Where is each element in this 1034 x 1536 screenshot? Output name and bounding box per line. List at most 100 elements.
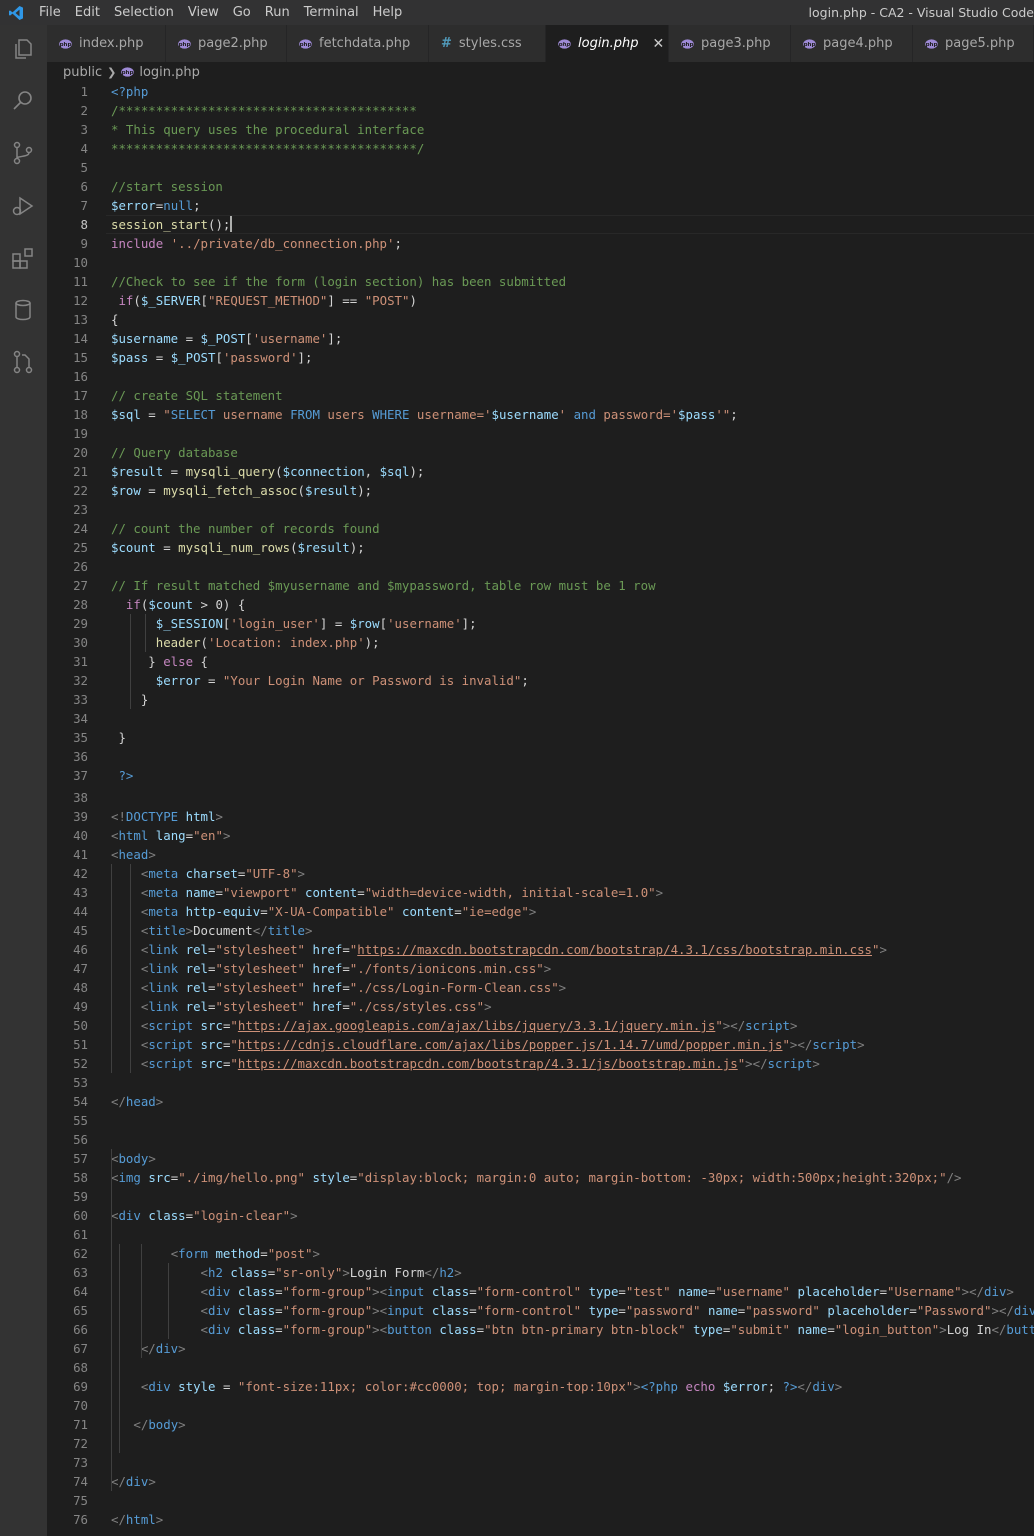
code-line[interactable]: 2 /**************************************…: [47, 101, 1034, 120]
code-line[interactable]: 68: [47, 1358, 1034, 1377]
breadcrumb-file[interactable]: login.php: [139, 65, 200, 80]
menu-view[interactable]: View: [181, 0, 226, 25]
code-line[interactable]: 61: [47, 1225, 1034, 1244]
search-icon[interactable]: [10, 88, 36, 114]
tab-page3-php[interactable]: php page3.php: [669, 25, 791, 62]
code-line[interactable]: 60 <div class="login-clear">: [47, 1206, 1034, 1225]
code-line[interactable]: 9 include '../private/db_connection.php';: [47, 234, 1034, 253]
code-line[interactable]: 56: [47, 1130, 1034, 1149]
code-line[interactable]: 65 <div class="form-group"><input class=…: [47, 1301, 1034, 1320]
code-line[interactable]: 31 } else {: [47, 652, 1034, 671]
code-line[interactable]: 30 header('Location: index.php');: [47, 633, 1034, 652]
tab-styles-css[interactable]: # styles.css: [429, 25, 546, 62]
tab-page5-php[interactable]: php page5.php: [913, 25, 1034, 62]
code-line[interactable]: 19: [47, 424, 1034, 443]
code-line[interactable]: 37 ?>: [47, 766, 1034, 785]
tab-fetchdata-php[interactable]: php fetchdata.php: [287, 25, 429, 62]
code-line[interactable]: 5: [47, 158, 1034, 177]
menu-file[interactable]: File: [32, 0, 68, 25]
code-line[interactable]: 45 <title>Document</title>: [47, 921, 1034, 940]
extensions-icon[interactable]: [10, 245, 36, 271]
code-line[interactable]: 24 // count the number of records found: [47, 519, 1034, 538]
code-line[interactable]: 12 if($_SERVER["REQUEST_METHOD"] == "POS…: [47, 291, 1034, 310]
code-line[interactable]: 16: [47, 367, 1034, 386]
code-line[interactable]: 17 // create SQL statement: [47, 386, 1034, 405]
code-line[interactable]: 36: [47, 747, 1034, 766]
code-line[interactable]: 59: [47, 1187, 1034, 1206]
code-line[interactable]: 21 $result = mysqli_query($connection, $s…: [47, 462, 1034, 481]
menu-help[interactable]: Help: [366, 0, 410, 25]
code-line[interactable]: 29 $_SESSION['login_user'] = $row['usern…: [47, 614, 1034, 633]
code-line[interactable]: 48 <link rel="stylesheet" href="./css/Lo…: [47, 978, 1034, 997]
code-line[interactable]: 50 <script src="https://ajax.googleapis.…: [47, 1016, 1034, 1035]
code-line[interactable]: 52 <script src="https://maxcdn.bootstrap…: [47, 1054, 1034, 1073]
code-line[interactable]: 6 //start session: [47, 177, 1034, 196]
code-line[interactable]: 33 }: [47, 690, 1034, 709]
code-line[interactable]: 34: [47, 709, 1034, 728]
code-line[interactable]: 69 <div style = "font-size:11px; color:#…: [47, 1377, 1034, 1396]
menu-selection[interactable]: Selection: [107, 0, 181, 25]
code-line[interactable]: 14 $username = $_POST['username'];: [47, 329, 1034, 348]
code-line[interactable]: 67 </div>: [47, 1339, 1034, 1358]
code-line[interactable]: 66 <div class="form-group"><button class…: [47, 1320, 1034, 1339]
code-line[interactable]: 73: [47, 1453, 1034, 1472]
code-line[interactable]: 58 <img src="./img/hello.png" style="disp…: [47, 1168, 1034, 1187]
code-line[interactable]: 32 $error = "Your Login Name or Password…: [47, 671, 1034, 690]
menu-edit[interactable]: Edit: [68, 0, 107, 25]
code-line[interactable]: 18 $sql = "SELECT username FROM users WHE…: [47, 405, 1034, 424]
code-line[interactable]: 22 $row = mysqli_fetch_assoc($result);: [47, 481, 1034, 500]
tab-login-php[interactable]: php login.php ✕: [546, 25, 669, 62]
code-line[interactable]: 57 <body>: [47, 1149, 1034, 1168]
code-line[interactable]: 28 if($count > 0) {: [47, 595, 1034, 614]
code-line[interactable]: 38: [47, 788, 1034, 807]
code-line[interactable]: 72: [47, 1434, 1034, 1453]
code-line[interactable]: 23: [47, 500, 1034, 519]
explorer-icon[interactable]: [10, 36, 36, 62]
menu-terminal[interactable]: Terminal: [297, 0, 366, 25]
code-line[interactable]: 62 <form method="post">: [47, 1244, 1034, 1263]
code-line[interactable]: 53: [47, 1073, 1034, 1092]
code-line[interactable]: 51 <script src="https://cdnjs.cloudflare…: [47, 1035, 1034, 1054]
menu-go[interactable]: Go: [226, 0, 258, 25]
code-line[interactable]: 10: [47, 253, 1034, 272]
tab-index-php[interactable]: php index.php: [47, 25, 166, 62]
code-line[interactable]: 20 // Query database: [47, 443, 1034, 462]
menu-run[interactable]: Run: [258, 0, 297, 25]
code-line[interactable]: 47 <link rel="stylesheet" href="./fonts/…: [47, 959, 1034, 978]
pull-requests-icon[interactable]: [10, 349, 36, 375]
code-line[interactable]: 49 <link rel="stylesheet" href="./css/st…: [47, 997, 1034, 1016]
code-line[interactable]: 76 </html>: [47, 1510, 1034, 1529]
code-line[interactable]: 27 // If result matched $myusername and $…: [47, 576, 1034, 595]
code-line[interactable]: 41 <head>: [47, 845, 1034, 864]
source-control-icon[interactable]: [10, 140, 36, 166]
database-icon[interactable]: [10, 297, 36, 323]
code-line[interactable]: 55: [47, 1111, 1034, 1130]
run-debug-icon[interactable]: [10, 193, 36, 219]
code-line[interactable]: 39 <!DOCTYPE html>: [47, 807, 1034, 826]
tab-page2-php[interactable]: php page2.php: [166, 25, 287, 62]
code-line[interactable]: 54 </head>: [47, 1092, 1034, 1111]
close-icon[interactable]: ✕: [653, 36, 665, 52]
code-line[interactable]: 63 <h2 class="sr-only">Login Form</h2>: [47, 1263, 1034, 1282]
code-line[interactable]: 3 * This query uses the procedural interf…: [47, 120, 1034, 139]
code-line[interactable]: 11 //Check to see if the form (login sect…: [47, 272, 1034, 291]
code-line[interactable]: 7 $error=null;: [47, 196, 1034, 215]
code-line[interactable]: 70: [47, 1396, 1034, 1415]
code-line[interactable]: 40 <html lang="en">: [47, 826, 1034, 845]
code-line[interactable]: 13 {: [47, 310, 1034, 329]
code-line[interactable]: 25 $count = mysqli_num_rows($result);: [47, 538, 1034, 557]
code-line[interactable]: 1 <?php: [47, 82, 1034, 101]
breadcrumb-folder[interactable]: public: [63, 65, 102, 80]
code-line[interactable]: 74 </div>: [47, 1472, 1034, 1491]
code-line[interactable]: 42 <meta charset="UTF-8">: [47, 864, 1034, 883]
code-line[interactable]: 44 <meta http-equiv="X-UA-Compatible" co…: [47, 902, 1034, 921]
code-line[interactable]: 4 ***************************************…: [47, 139, 1034, 158]
code-line[interactable]: 8 session_start();: [47, 215, 1034, 234]
code-line[interactable]: 26: [47, 557, 1034, 576]
code-line[interactable]: 64 <div class="form-group"><input class=…: [47, 1282, 1034, 1301]
code-line[interactable]: 71 </body>: [47, 1415, 1034, 1434]
code-line[interactable]: 43 <meta name="viewport" content="width=…: [47, 883, 1034, 902]
code-line[interactable]: 35 }: [47, 728, 1034, 747]
code-line[interactable]: 75: [47, 1491, 1034, 1510]
code-line[interactable]: 15 $pass = $_POST['password'];: [47, 348, 1034, 367]
